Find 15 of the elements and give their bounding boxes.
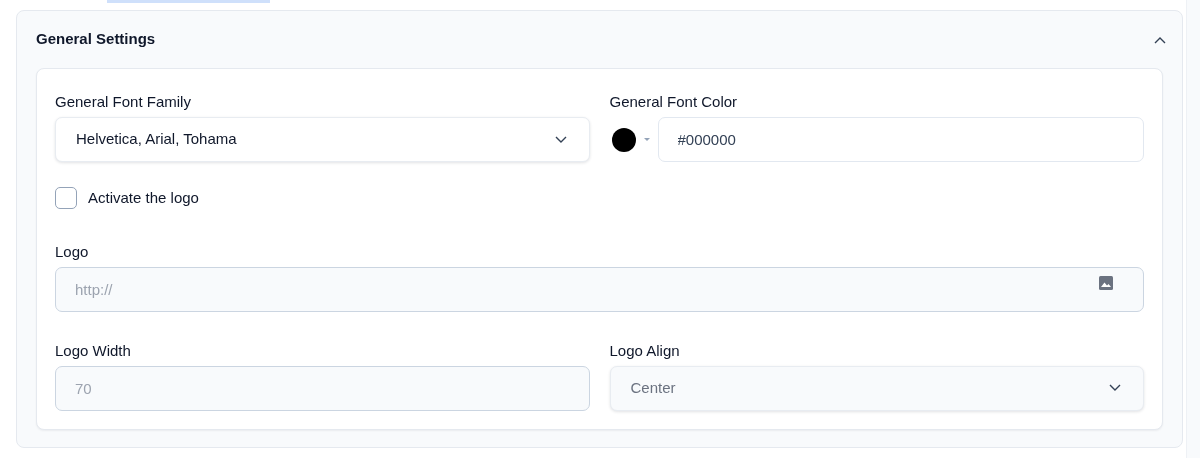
dropdown[interactable]: Helvetica, Arial, Tohama xyxy=(55,117,590,162)
caret-icon xyxy=(643,137,650,142)
field-label: Logo Align xyxy=(609,341,681,360)
field-label: General Font Family xyxy=(55,93,192,111)
color-input[interactable]: #000000 xyxy=(657,117,1144,162)
field-label: General Font Color xyxy=(609,93,739,111)
chevron-up-icon xyxy=(1154,35,1166,44)
field-label: Logo xyxy=(55,242,90,261)
checkbox-label: Activate the logo xyxy=(88,188,199,208)
checkbox[interactable] xyxy=(55,187,77,210)
panel-header[interactable]: General Settings xyxy=(17,11,1182,68)
field-label: Logo Width xyxy=(55,341,132,360)
chevron-down-icon xyxy=(1109,384,1121,392)
chevron-down-icon xyxy=(554,135,567,144)
panel-title: General Settings xyxy=(36,29,156,50)
